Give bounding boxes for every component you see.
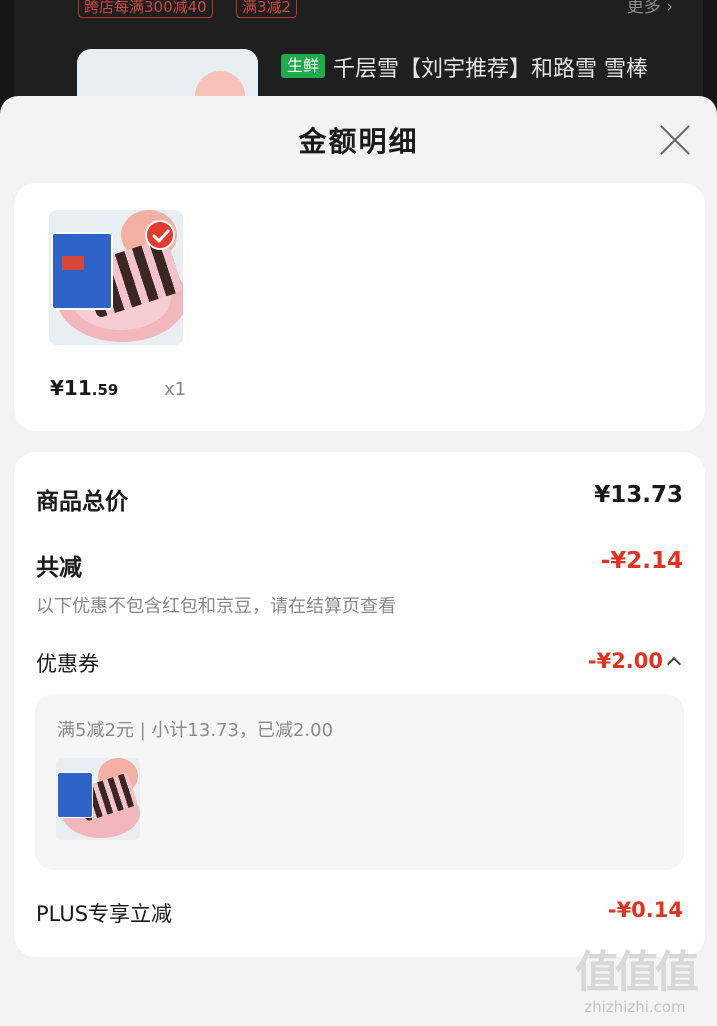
check-icon — [145, 220, 175, 250]
coupon-toggle[interactable]: -¥2.00 — [587, 649, 682, 673]
promo-tag: 跨店每满300减40 — [78, 0, 213, 18]
total-label: 商品总价 — [36, 489, 128, 515]
plus-discount-value: -¥0.14 — [607, 898, 683, 922]
chevron-up-icon — [666, 656, 682, 672]
discount-label: 共减 — [36, 555, 82, 581]
sheet-title: 金额明细 — [298, 125, 419, 158]
chevron-right-icon: › — [666, 0, 673, 17]
coupon-value: -¥2.00 — [587, 649, 663, 673]
plus-discount-label: PLUS专享立减 — [36, 902, 173, 926]
coupon-label: 优惠券 — [36, 652, 99, 676]
fresh-badge: 生鲜 — [281, 54, 326, 78]
product-image[interactable] — [49, 210, 183, 345]
summary-card: 商品总价 ¥13.73 共减 -¥2.14 以下优惠不包含红包和京豆，请在结算页… — [14, 452, 705, 957]
close-icon[interactable] — [659, 124, 691, 156]
discount-value: -¥2.14 — [600, 548, 683, 574]
watermark: 值值值 zhizhizhi.com — [565, 947, 705, 1017]
amount-detail-sheet: 金额明细 ¥11.59 x1 商品总价 ¥13.73 共减 -¥2.14 以下优… — [0, 96, 717, 1026]
coupon-product-image[interactable] — [56, 758, 140, 840]
coupon-detail: 满5减2元 | 小计13.73，已减2.00 — [57, 720, 334, 741]
discount-note: 以下优惠不包含红包和京豆，请在结算页查看 — [36, 596, 396, 617]
item-quantity: x1 — [164, 379, 187, 400]
more-link[interactable]: 更多 › — [627, 0, 673, 18]
total-value: ¥13.73 — [594, 482, 683, 508]
background-product-title[interactable]: 千层雪【刘宇推荐】和路雪 雪棒 — [333, 51, 648, 83]
item-price: ¥11.59 — [50, 376, 119, 400]
watermark-site: zhizhizhi.com — [584, 998, 686, 1016]
coupon-detail-box: 满5减2元 | 小计13.73，已减2.00 — [35, 694, 684, 870]
watermark-logo: 值值值 — [575, 947, 699, 998]
promo-tag: 满3减2 — [236, 0, 298, 18]
item-card: ¥11.59 x1 — [14, 183, 705, 431]
